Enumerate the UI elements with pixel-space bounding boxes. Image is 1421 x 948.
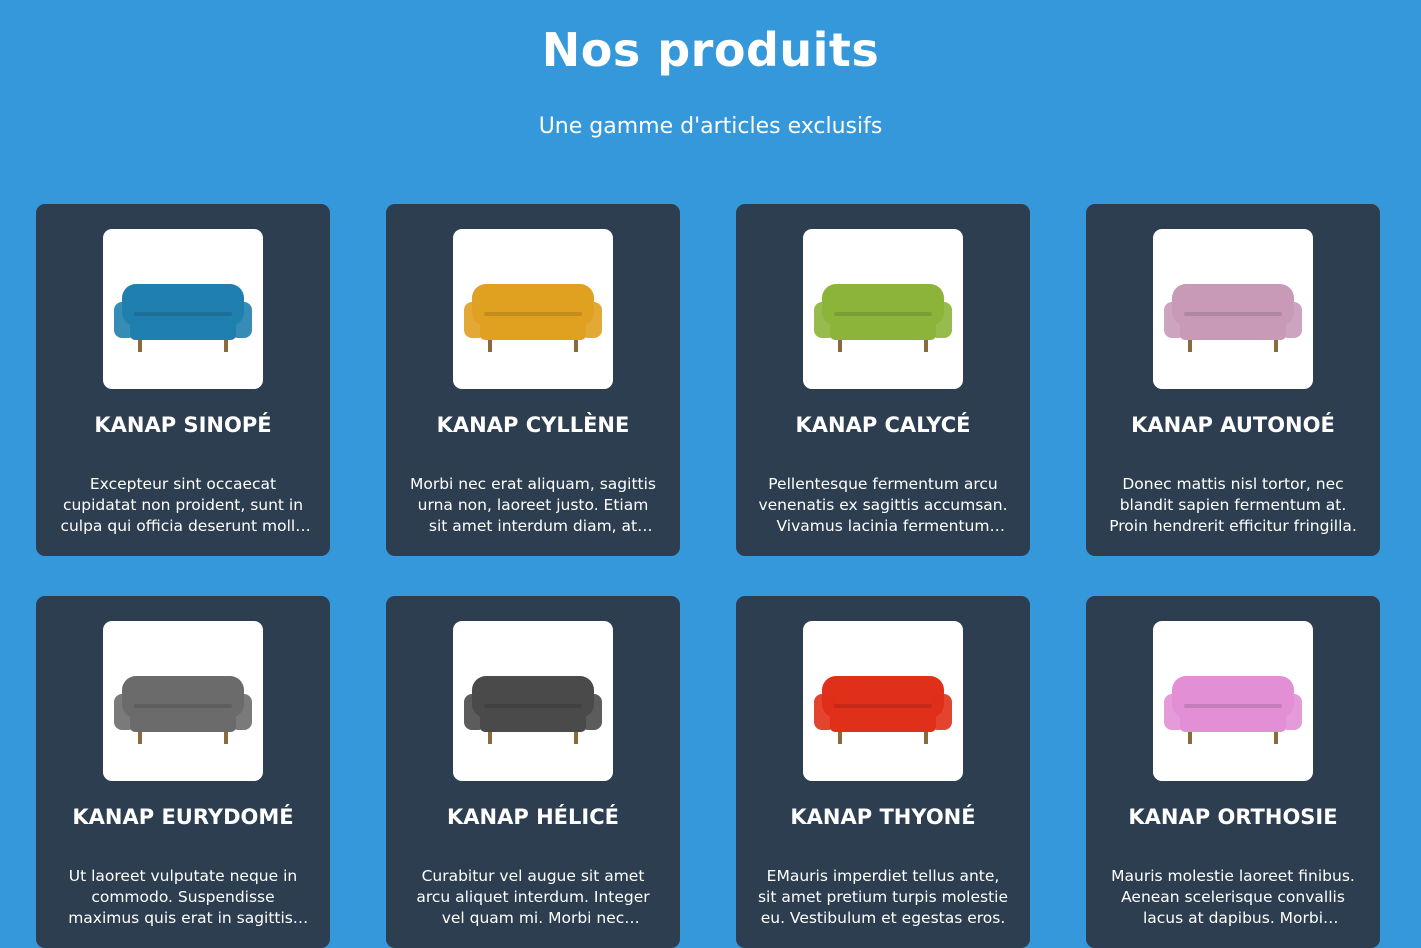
product-name: Kanap Calycé	[795, 413, 971, 437]
sofa-icon	[114, 676, 252, 744]
product-card[interactable]: Kanap Thyoné EMauris imperdiet tellus ant…	[736, 596, 1030, 948]
product-card[interactable]: Kanap Cyllène Morbi nec erat aliquam, sag…	[386, 204, 680, 556]
product-image	[103, 229, 263, 389]
product-name: Kanap Sinopé	[94, 413, 272, 437]
sofa-icon	[1164, 284, 1302, 352]
product-grid: Kanap Sinopé Excepteur sint occaecat cupi…	[36, 204, 1380, 948]
product-card[interactable]: Kanap Hélicé Curabitur vel augue sit amet…	[386, 596, 680, 948]
product-name: Kanap Hélicé	[447, 805, 619, 829]
sofa-icon	[114, 284, 252, 352]
product-name: Kanap Thyoné	[790, 805, 976, 829]
product-description: Pellentesque fermentum arcu venenatis ex…	[758, 475, 1008, 535]
product-name: Kanap Autonoé	[1131, 413, 1335, 437]
product-description: Excepteur sint occaecat cupidatat non pr…	[60, 475, 306, 535]
sofa-icon	[814, 676, 952, 744]
product-card[interactable]: Kanap Autonoé Donec mattis nisl tortor, n…	[1086, 204, 1380, 556]
product-name: Kanap Eurydomé	[72, 805, 294, 829]
product-image	[1153, 229, 1313, 389]
product-card[interactable]: Kanap Calycé Pellentesque fermentum arcu …	[736, 204, 1030, 556]
product-image	[453, 229, 613, 389]
product-card[interactable]: Kanap Sinopé Excepteur sint occaecat cupi…	[36, 204, 330, 556]
product-image	[1153, 621, 1313, 781]
product-description: Mauris molestie laoreet finibus. Aenean …	[1111, 867, 1355, 927]
product-name: Kanap Cyllène	[436, 413, 630, 437]
product-description: Ut laoreet vulputate neque in commodo. S…	[68, 867, 298, 927]
product-image	[453, 621, 613, 781]
page-header: Nos produits Une gamme d'articles exclus…	[0, 0, 1421, 142]
product-image	[803, 621, 963, 781]
sofa-icon	[464, 284, 602, 352]
product-description: Curabitur vel augue sit amet arcu alique…	[416, 867, 650, 927]
sofa-icon	[464, 676, 602, 744]
sofa-icon	[1164, 676, 1302, 744]
sofa-icon	[814, 284, 952, 352]
page-subtitle: Une gamme d'articles exclusifs	[538, 114, 883, 139]
product-description: Donec mattis nisl tortor, nec blandit sa…	[1109, 475, 1357, 535]
product-card[interactable]: Kanap Eurydomé Ut laoreet vulputate neque…	[36, 596, 330, 948]
product-description: Morbi nec erat aliquam, sagittis urna no…	[409, 475, 656, 535]
product-description: EMauris imperdiet tellus ante, sit amet …	[757, 867, 1008, 927]
product-card[interactable]: Kanap orthosie Mauris molestie laoreet fi…	[1086, 596, 1380, 948]
product-image	[103, 621, 263, 781]
product-name: Kanap orthosie	[1128, 805, 1338, 829]
product-image	[803, 229, 963, 389]
page-title: Nos produits	[541, 23, 880, 77]
